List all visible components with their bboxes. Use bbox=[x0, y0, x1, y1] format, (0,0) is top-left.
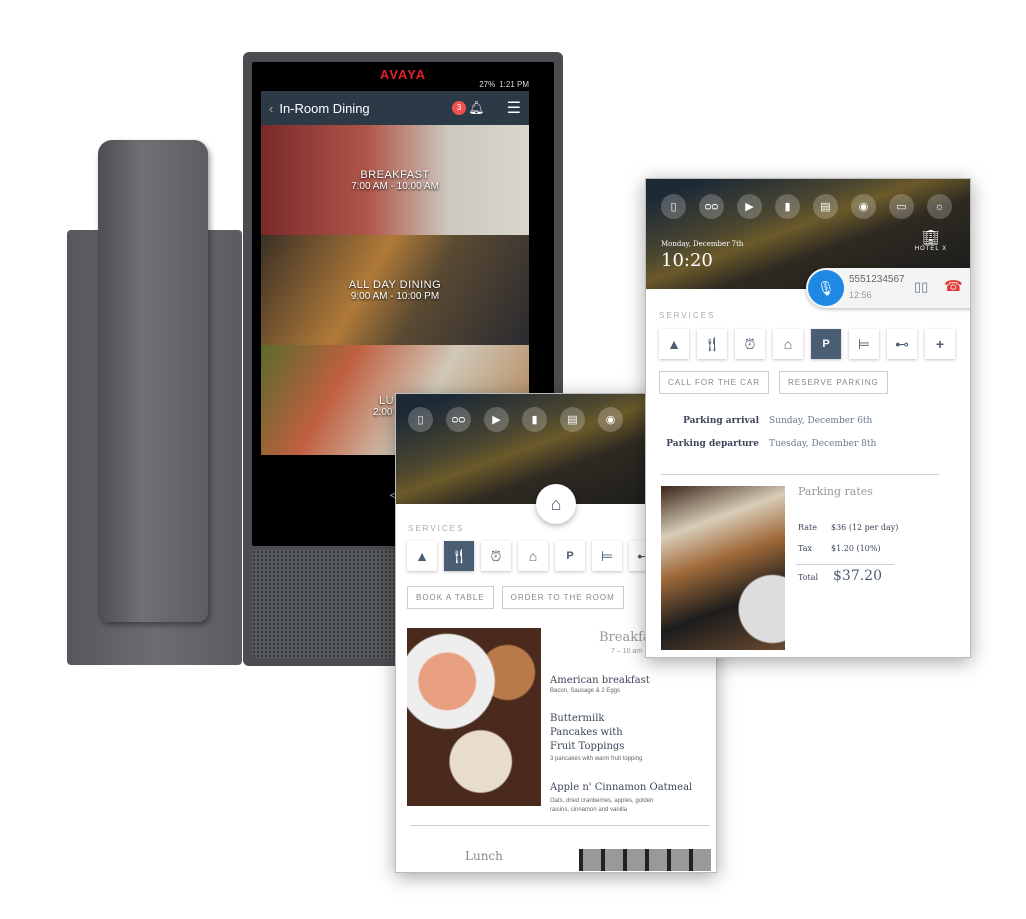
rates-title: Parking rates bbox=[798, 485, 873, 498]
bell-icon[interactable]: 🔔︎ bbox=[468, 100, 485, 116]
date: Monday, December 7th bbox=[661, 240, 744, 248]
services-row: ▲ 🍴︎ ⏰︎ ⌂ P ⊨ ⊷ bbox=[407, 541, 659, 571]
hanger-icon[interactable]: ⌂ bbox=[518, 541, 548, 571]
home-icon[interactable]: ⌂ bbox=[536, 484, 576, 524]
signal-icon[interactable]: ▮ bbox=[775, 194, 800, 219]
status-time: 1:21 PM bbox=[499, 79, 529, 89]
active-call-bar: 🎙︎ 5551234567 12:56 ▯▯ ☎︎ bbox=[806, 268, 970, 308]
door-hanger-icon[interactable]: ▯ bbox=[661, 194, 686, 219]
services-label: SERVICES bbox=[408, 524, 465, 533]
parking-panel: ▯ ᴑᴑ ▶ ▮ ▤ ◉ ▭ ☼ Monday, December 7th 10:20 🏢︎ H… bbox=[645, 178, 971, 658]
quick-icons: ▯ ᴑᴑ ▶ ▮ ▤ ◉ ▭ ☼ bbox=[661, 194, 952, 219]
plus-icon[interactable]: + bbox=[925, 329, 955, 359]
divider bbox=[796, 564, 894, 565]
signal-icon[interactable]: ▮ bbox=[522, 407, 547, 432]
back-icon[interactable]: ‹ bbox=[269, 101, 273, 116]
divider bbox=[410, 825, 710, 826]
door-hanger-icon[interactable]: ▯ bbox=[408, 407, 433, 432]
call-for-car-button[interactable]: CALL FOR THE CAR bbox=[659, 371, 770, 394]
reserve-parking-button[interactable]: RESERVE PARKING bbox=[779, 371, 888, 394]
voicemail-icon[interactable]: ᴑᴑ bbox=[446, 407, 471, 432]
menu-items: American breakfast Bacon, Sausage & 2 Eg… bbox=[550, 675, 700, 815]
lunch-photo bbox=[579, 849, 711, 871]
bed-icon[interactable]: ⊨ bbox=[592, 541, 622, 571]
alarm-icon[interactable]: ⏰︎ bbox=[735, 329, 765, 359]
rate-value: $36 (12 per day) bbox=[831, 523, 899, 532]
menu-item-name: Apple n' Cinnamon Oatmeal bbox=[550, 782, 693, 793]
youtube-icon[interactable]: ▶ bbox=[484, 407, 509, 432]
menu-icon[interactable]: ☰ bbox=[507, 98, 521, 118]
order-to-room-button[interactable]: ORDER TO THE ROOM bbox=[501, 586, 624, 609]
menu-item-desc: Oats, dried cranberries, apples, golden … bbox=[550, 798, 654, 813]
mute-mic-icon[interactable]: 🎙︎ bbox=[808, 270, 844, 306]
clock: 10:20 bbox=[661, 250, 713, 271]
room-service-icon[interactable]: ▲ bbox=[659, 329, 689, 359]
tile-breakfast[interactable]: BREAKFAST 7:00 AM - 10:00 AM bbox=[261, 125, 529, 235]
car-interior-photo bbox=[661, 486, 785, 650]
services-label: SERVICES bbox=[659, 311, 716, 320]
total-value: $37.20 bbox=[833, 568, 882, 584]
arrival-label: Parking arrival bbox=[683, 416, 759, 426]
call-number: 5551234567 bbox=[849, 274, 905, 285]
webcam-icon[interactable]: ◉ bbox=[598, 407, 623, 432]
bed-icon[interactable]: ⊨ bbox=[849, 329, 879, 359]
call-duration: 12:56 bbox=[849, 290, 872, 300]
radio-icon[interactable]: ▤ bbox=[560, 407, 585, 432]
hotel-logo: 🏢︎ HOTEL X bbox=[914, 229, 948, 252]
departure-label: Parking departure bbox=[666, 439, 759, 449]
tv-icon[interactable]: ▭ bbox=[889, 194, 914, 219]
voicemail-icon[interactable]: ᴑᴑ bbox=[699, 194, 724, 219]
hangup-icon[interactable]: ☎︎ bbox=[944, 277, 963, 295]
menu-item-desc: 3 pancakes with warm fruit topping bbox=[550, 756, 643, 762]
menu-item-name: American breakfast bbox=[550, 675, 650, 686]
page-title: In-Room Dining bbox=[279, 100, 370, 116]
book-table-button[interactable]: BOOK A TABLE bbox=[407, 586, 494, 609]
hanger-icon[interactable]: ⌂ bbox=[773, 329, 803, 359]
dining-icon[interactable]: 🍴︎ bbox=[444, 541, 474, 571]
app-header: ‹ In-Room Dining 3 🔔︎ ☰ bbox=[261, 91, 529, 125]
radio-icon[interactable]: ▤ bbox=[813, 194, 838, 219]
rate-label: Rate bbox=[798, 523, 817, 532]
parking-icon[interactable]: P bbox=[555, 541, 585, 571]
departure-value: Tuesday, December 8th bbox=[769, 439, 877, 449]
lunch-heading: Lunch bbox=[465, 849, 503, 863]
room-service-icon[interactable]: ▲ bbox=[407, 541, 437, 571]
fitness-icon[interactable]: ⊷ bbox=[887, 329, 917, 359]
menu-hours: 7 – 10 am bbox=[611, 648, 643, 655]
hold-icon[interactable]: ▯▯ bbox=[914, 279, 928, 295]
breakfast-photo bbox=[407, 628, 541, 806]
lightbulb-icon[interactable]: ☼ bbox=[927, 194, 952, 219]
alarm-icon[interactable]: ⏰︎ bbox=[481, 541, 511, 571]
notification-badge[interactable]: 3 bbox=[452, 101, 467, 115]
phone-handset bbox=[98, 140, 208, 622]
tax-value: $1.20 (10%) bbox=[831, 544, 881, 553]
dining-icon[interactable]: 🍴︎ bbox=[697, 329, 727, 359]
divider bbox=[661, 474, 939, 475]
parking-icon[interactable]: P bbox=[811, 329, 841, 359]
services-row: ▲ 🍴︎ ⏰︎ ⌂ P ⊨ ⊷ + bbox=[659, 329, 955, 359]
status-bar: 27% 1:21 PM bbox=[261, 78, 529, 90]
total-label: Total bbox=[798, 573, 819, 582]
menu-item-desc: Bacon, Sausage & 2 Eggs bbox=[550, 688, 621, 694]
menu-item-name: Buttermilk Pancakes with Fruit Toppings bbox=[550, 713, 625, 752]
battery-level: 27% bbox=[479, 79, 496, 89]
quick-icons: ▯ ᴑᴑ ▶ ▮ ▤ ◉ bbox=[408, 407, 623, 432]
webcam-icon[interactable]: ◉ bbox=[851, 194, 876, 219]
tile-all-day-dining[interactable]: ALL DAY DINING 9:00 AM - 10:00 PM bbox=[261, 235, 529, 345]
youtube-icon[interactable]: ▶ bbox=[737, 194, 762, 219]
arrival-value: Sunday, December 6th bbox=[769, 416, 873, 426]
tax-label: Tax bbox=[798, 544, 812, 553]
